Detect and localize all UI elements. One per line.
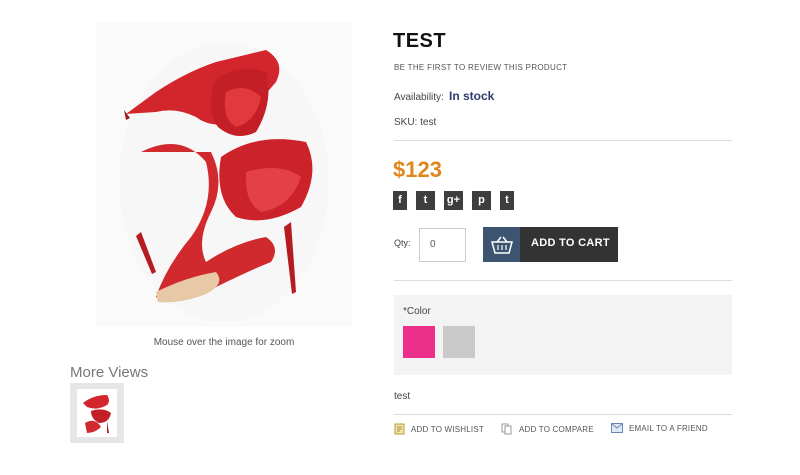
color-swatch-pink[interactable]: [403, 326, 435, 358]
add-to-cart-button[interactable]: ADD TO CART: [483, 227, 618, 262]
tumblr-share-icon[interactable]: t: [500, 191, 514, 210]
divider: [394, 280, 732, 281]
short-description: test: [394, 391, 411, 402]
review-link[interactable]: BE THE FIRST TO REVIEW THIS PRODUCT: [394, 63, 567, 72]
color-option-label: *Color: [403, 306, 431, 317]
availability-label: Availability:: [394, 92, 444, 103]
email-friend-link[interactable]: EMAIL TO A FRIEND: [611, 423, 708, 433]
divider: [394, 414, 732, 415]
envelope-icon: [611, 423, 623, 433]
product-main-image[interactable]: [96, 22, 352, 327]
gallery-thumbnail[interactable]: [70, 383, 124, 443]
basket-icon: [483, 227, 520, 262]
qty-label: Qty:: [394, 238, 411, 248]
add-to-wishlist-link[interactable]: ADD TO WISHLIST: [394, 423, 484, 435]
compare-icon: [501, 423, 512, 435]
sku-text: SKU: test: [394, 117, 437, 128]
add-to-compare-link[interactable]: ADD TO COMPARE: [501, 423, 594, 435]
wishlist-icon: [394, 423, 405, 435]
product-price: $123: [393, 157, 442, 182]
add-to-cart-label: ADD TO CART: [531, 237, 610, 249]
qty-input[interactable]: 0: [419, 228, 466, 262]
pinterest-share-icon[interactable]: p: [472, 191, 491, 210]
more-views-heading: More Views: [70, 364, 149, 381]
product-title: TEST: [393, 30, 447, 52]
wishlist-label: ADD TO WISHLIST: [411, 424, 484, 434]
facebook-share-icon[interactable]: f: [393, 191, 407, 210]
zoom-hint: Mouse over the image for zoom: [153, 337, 295, 348]
divider: [394, 140, 732, 141]
availability-status: In stock: [449, 89, 495, 103]
twitter-share-icon[interactable]: t: [416, 191, 435, 210]
email-friend-label: EMAIL TO A FRIEND: [629, 423, 708, 433]
color-swatch-grey[interactable]: [443, 326, 475, 358]
compare-label: ADD TO COMPARE: [519, 424, 594, 434]
googleplus-share-icon[interactable]: g+: [444, 191, 463, 210]
